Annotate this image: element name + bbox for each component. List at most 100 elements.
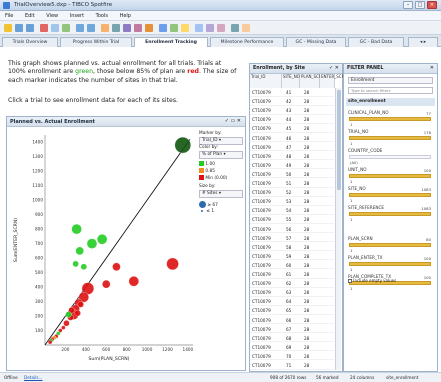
bookmark-icon[interactable] <box>181 24 189 32</box>
tab-progress-within-trial[interactable]: Progress Within Trial <box>60 37 132 47</box>
table-scrollbar[interactable] <box>335 88 341 370</box>
range-slider[interactable] <box>349 117 431 121</box>
table-row[interactable]: CT10079 58 28 <box>250 244 334 252</box>
range-slider[interactable] <box>349 155 431 159</box>
paste-icon[interactable] <box>62 24 70 32</box>
scatter-point[interactable] <box>71 223 82 235</box>
table-scroll-thumb[interactable] <box>337 90 341 190</box>
table-row[interactable]: CT10079 65 28 <box>250 307 334 315</box>
table-row[interactable]: CT10079 66 28 <box>250 317 334 324</box>
range-slider[interactable] <box>349 243 431 247</box>
table-row[interactable]: CT10079 53 28 <box>250 198 334 206</box>
table-visualization[interactable]: Enrollment, by Site ✓ ✕ Trial_ID SITE_NO… <box>249 63 347 372</box>
table-row[interactable]: CT10079 71 28 <box>250 362 334 370</box>
scatter-icon[interactable] <box>134 24 142 32</box>
tags-icon[interactable] <box>217 24 225 32</box>
marker-by-select[interactable]: Trial_ID ▾ <box>199 137 243 145</box>
table-row[interactable]: CT10079 62 28 <box>250 280 334 288</box>
table-row[interactable]: CT10079 49 28 <box>250 162 334 170</box>
table-row[interactable]: CT10079 46 28 <box>250 135 334 142</box>
table-row[interactable]: CT10079 61 28 <box>250 271 334 279</box>
redo-icon[interactable] <box>87 24 95 32</box>
size-by-select[interactable]: # Sites ▾ <box>199 190 243 198</box>
pie-icon[interactable] <box>145 24 153 32</box>
color-by-select[interactable]: % of Plan ▾ <box>199 151 243 159</box>
tab-gc-bad-data[interactable]: GC - Bad Data <box>348 37 404 47</box>
range-slider[interactable] <box>349 262 431 266</box>
checkbox-icon[interactable] <box>348 279 352 283</box>
scatter-point[interactable] <box>63 320 70 327</box>
table-row[interactable]: CT10079 68 28 <box>250 335 334 343</box>
scatter-point[interactable] <box>72 260 79 268</box>
table-row[interactable]: CT10079 45 28 <box>250 125 334 133</box>
include-empty-checkbox[interactable]: Include empty values <box>348 278 396 283</box>
filter-icon[interactable] <box>159 24 167 32</box>
table-row[interactable]: CT10079 50 28 <box>250 171 334 179</box>
table-row[interactable]: CT10079 57 28 <box>250 235 334 243</box>
print-icon[interactable] <box>26 24 34 32</box>
tab-scroll-arrows[interactable]: ◂ ▸ <box>408 37 438 47</box>
table-row[interactable]: CT10079 44 28 <box>250 116 334 124</box>
scatter-point[interactable] <box>47 339 53 345</box>
menu-tools[interactable]: Tools <box>91 11 113 21</box>
col-header-trial-id[interactable]: Trial_ID <box>250 74 282 88</box>
line-chart-icon[interactable] <box>123 24 131 32</box>
scatter-point[interactable] <box>102 280 111 289</box>
table-row[interactable]: CT10079 47 28 <box>250 144 334 152</box>
table-row[interactable]: CT10079 64 28 <box>250 298 334 306</box>
range-slider[interactable] <box>349 212 431 216</box>
menu-edit[interactable]: Edit <box>20 11 40 21</box>
table-row[interactable]: CT10079 48 28 <box>250 153 334 161</box>
col-header-site-no[interactable]: SITE_NO <box>282 74 300 88</box>
scatter-point[interactable] <box>65 311 72 318</box>
table-row[interactable]: CT10079 59 28 <box>250 253 334 261</box>
x-axis-label[interactable]: Sum(PLAN_SCRN) <box>89 356 130 362</box>
undo-icon[interactable] <box>76 24 84 32</box>
layout-icon[interactable] <box>206 24 214 32</box>
table-row[interactable]: CT10079 55 28 <box>250 216 334 224</box>
y-axis-label[interactable]: Sum(ENTER_SCRN) <box>13 218 19 262</box>
export-icon[interactable] <box>242 24 250 32</box>
table-row[interactable]: CT10079 56 28 <box>250 226 334 233</box>
menu-help[interactable]: Help <box>115 11 136 21</box>
table-row[interactable]: CT10079 42 28 <box>250 98 334 106</box>
scatter-point[interactable] <box>174 136 191 154</box>
filter-search-input[interactable]: Type to search filters <box>348 87 433 94</box>
status-details-link[interactable]: Details... <box>24 375 43 380</box>
scatter-point[interactable] <box>166 257 179 271</box>
details-icon[interactable] <box>170 24 178 32</box>
table-row[interactable]: CT10079 51 28 <box>250 180 334 188</box>
table-row[interactable]: CT10079 63 28 <box>250 289 334 297</box>
scatter-point[interactable] <box>80 263 87 270</box>
cut-icon[interactable] <box>40 24 48 32</box>
filter-group-header[interactable]: site_enrollment <box>346 98 435 106</box>
range-slider[interactable] <box>349 136 431 140</box>
table-row[interactable]: CT10079 70 28 <box>250 353 334 361</box>
table-row[interactable]: CT10079 43 28 <box>250 107 334 115</box>
maximize-button[interactable]: □ <box>415 1 425 9</box>
close-icon[interactable]: ✕ <box>430 65 434 71</box>
tool-icon[interactable] <box>231 24 239 32</box>
table-row[interactable]: CT10079 41 28 <box>250 89 334 97</box>
menu-view[interactable]: View <box>41 11 63 21</box>
scatter-point[interactable] <box>77 301 84 308</box>
scatter-point[interactable] <box>74 309 81 317</box>
col-header-plan-scrn[interactable]: PLAN_SCRN <box>300 74 325 88</box>
tab-enrollment-tracking[interactable]: Enrollment Tracking <box>134 37 208 47</box>
copy-icon[interactable] <box>51 24 59 32</box>
table-row[interactable]: CT10079 54 28 <box>250 207 334 215</box>
tab-trials-overview[interactable]: Trials Overview <box>2 37 58 47</box>
scatter-point[interactable] <box>112 262 121 271</box>
menu-file[interactable]: File <box>0 11 18 21</box>
table-icon[interactable] <box>101 24 109 32</box>
bar-chart-icon[interactable] <box>112 24 120 32</box>
scatter-point[interactable] <box>97 234 108 245</box>
col-header-enter-scrn[interactable]: ENTER_SCRN <box>320 74 347 88</box>
range-slider[interactable] <box>349 193 431 197</box>
save-icon[interactable] <box>15 24 23 32</box>
chart-window-controls[interactable]: ✓ ▭ ✕ <box>225 118 241 124</box>
range-slider[interactable] <box>349 174 431 178</box>
scatter-visualization[interactable]: Planned vs. Actual Enrollment ✓ ▭ ✕ 100 2… <box>6 116 246 371</box>
table-row[interactable]: CT10079 69 28 <box>250 344 334 352</box>
menu-insert[interactable]: Insert <box>65 11 89 21</box>
